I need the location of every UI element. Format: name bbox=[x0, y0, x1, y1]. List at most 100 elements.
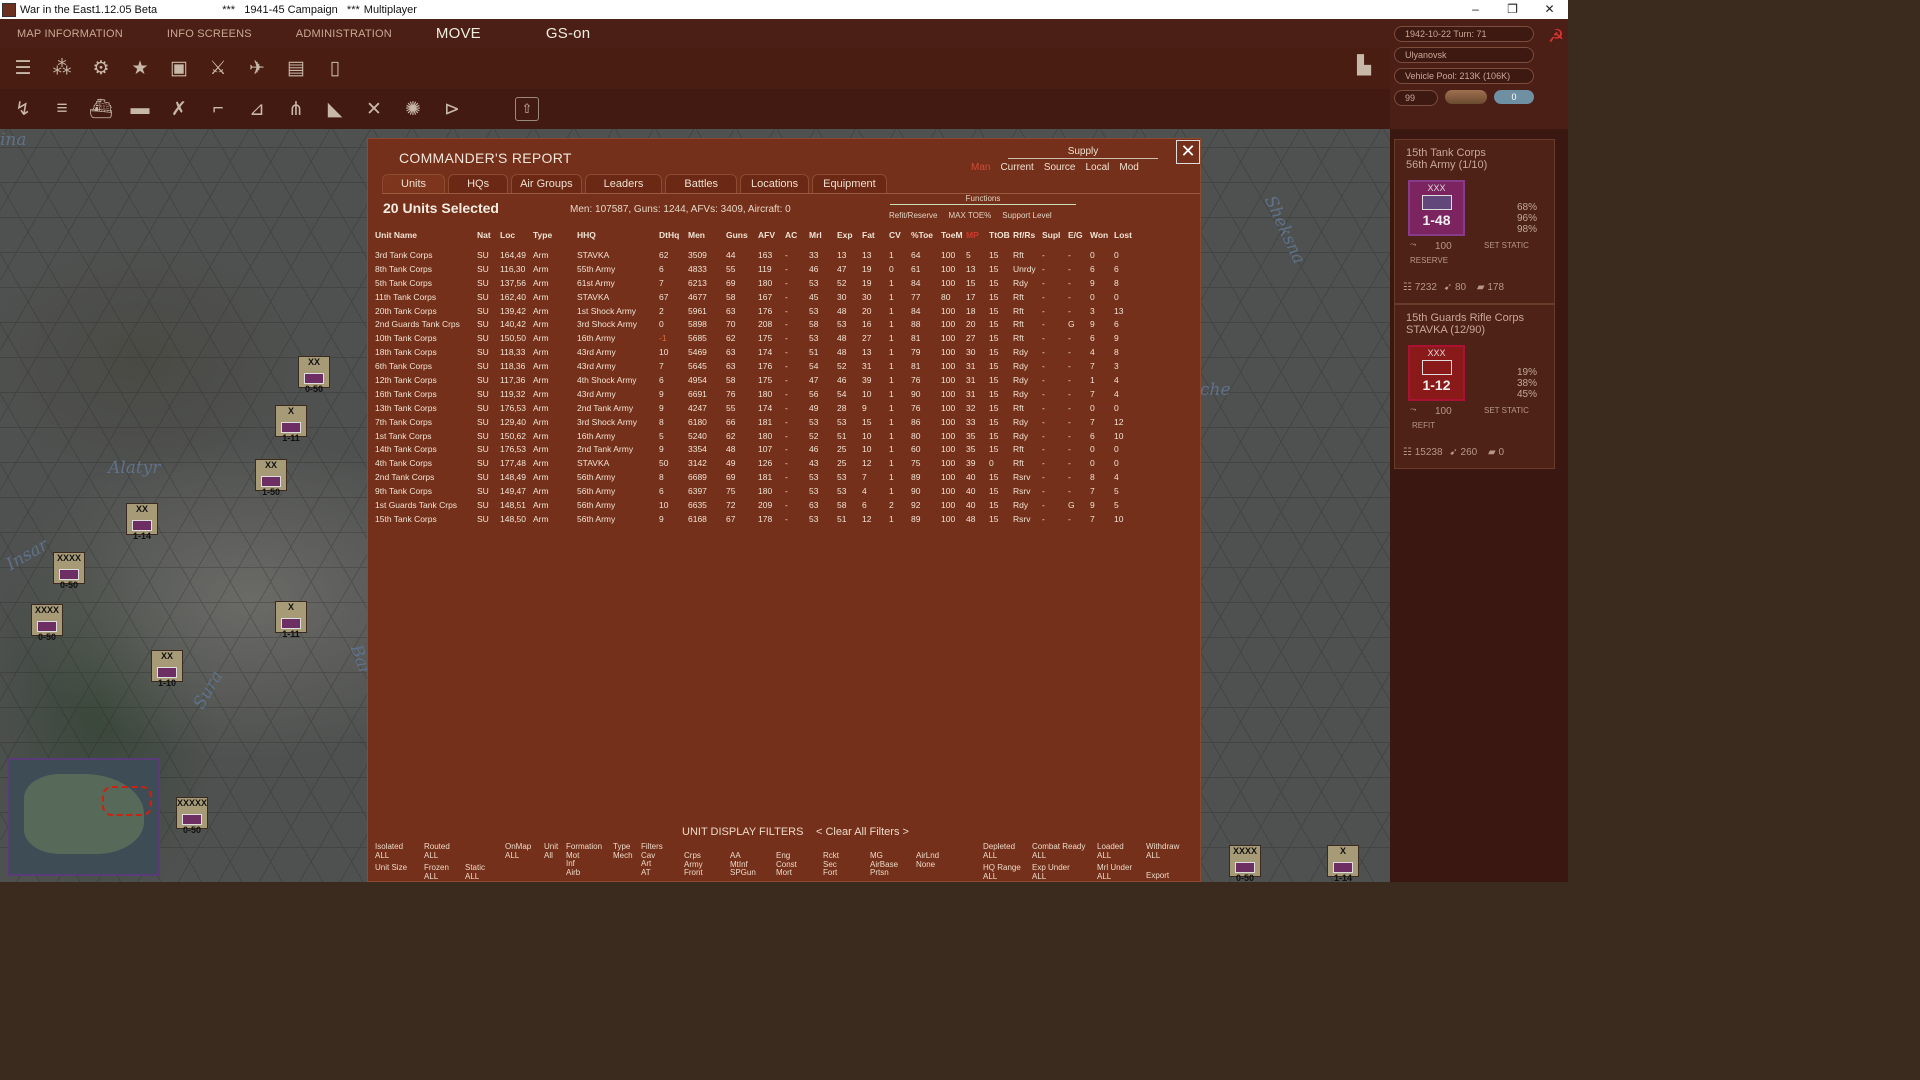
table-row[interactable]: 1st Guards Tank Crps SU 148,51 Arm 56th Army… bbox=[374, 498, 1139, 512]
close-window-button[interactable]: ✕ bbox=[1531, 0, 1568, 19]
filter-filters[interactable]: Filters Cav Art AT bbox=[641, 842, 663, 877]
filter-airlnd[interactable]: AirLnd None bbox=[916, 851, 939, 869]
filter-combat-ready[interactable]: Combat Ready ALL bbox=[1032, 842, 1085, 860]
map-unit-counter[interactable]: X 1-11 bbox=[275, 601, 307, 639]
column-header[interactable]: DtHq bbox=[658, 230, 687, 248]
filter-unit-size[interactable]: Unit Size bbox=[375, 863, 407, 873]
star-icon[interactable]: ★ bbox=[125, 54, 155, 84]
filter-rckt[interactable]: Rckt Sec Fort bbox=[823, 851, 839, 878]
tab-locations[interactable]: Locations bbox=[740, 174, 810, 194]
table-row[interactable]: 15th Tank Corps SU 148,50 Arm 56th Army 9 6168… bbox=[374, 512, 1139, 526]
table-row[interactable]: 1st Tank Corps SU 150,62 Arm 16th Army 5 5240 6… bbox=[374, 429, 1139, 443]
graph-icon[interactable]: ▙ bbox=[1350, 55, 1378, 81]
table-row[interactable]: 4th Tank Corps SU 177,48 Arm STAVKA 50 3142 49 1… bbox=[374, 456, 1139, 470]
menu-move[interactable]: MOVE bbox=[436, 25, 481, 42]
filter-static[interactable]: Static ALL bbox=[465, 863, 485, 881]
slider-control[interactable] bbox=[1445, 90, 1487, 104]
attack-icon[interactable]: ✕ bbox=[359, 94, 389, 124]
column-header[interactable]: Type bbox=[532, 230, 576, 248]
layers-icon[interactable]: ☰ bbox=[8, 54, 38, 84]
filter-type[interactable]: Type Mech bbox=[613, 842, 633, 860]
column-header[interactable]: E/G bbox=[1067, 230, 1089, 248]
column-header[interactable]: Nat bbox=[476, 230, 499, 248]
filter-routed[interactable]: Routed ALL bbox=[424, 842, 450, 860]
filter-frozen[interactable]: Frozen ALL bbox=[424, 863, 449, 881]
map-unit-counter[interactable]: XX 0-50 bbox=[298, 356, 330, 394]
map-unit-counter[interactable]: X 1-11 bbox=[275, 405, 307, 443]
column-header[interactable]: TtOB bbox=[988, 230, 1012, 248]
filter-mg[interactable]: MG AirBase Prtsn bbox=[870, 851, 898, 878]
supply-option-local[interactable]: Local bbox=[1086, 162, 1110, 173]
unit-card[interactable]: 15th Tank Corps 56th Army (1/10) XXX 1-48… bbox=[1394, 139, 1555, 304]
menu-map-information[interactable]: MAP INFORMATION bbox=[17, 28, 123, 40]
table-row[interactable]: 2nd Guards Tank Crps SU 140,42 Arm 3rd Shock… bbox=[374, 317, 1139, 331]
set-static-button[interactable]: SET STATIC bbox=[1484, 406, 1529, 415]
column-header[interactable]: Men bbox=[687, 230, 725, 248]
menu-administration[interactable]: ADMINISTRATION bbox=[296, 28, 392, 40]
minimize-button[interactable]: – bbox=[1457, 0, 1494, 19]
minimap[interactable] bbox=[8, 758, 160, 876]
filter-isolated[interactable]: Isolated ALL bbox=[375, 842, 403, 860]
fighter-icon[interactable]: ✗ bbox=[164, 94, 194, 124]
units-icon[interactable]: ⁂ bbox=[47, 54, 77, 84]
filter-withdraw[interactable]: Withdraw ALL bbox=[1146, 842, 1179, 860]
table-row[interactable]: 20th Tank Corps SU 139,42 Arm 1st Shock Army… bbox=[374, 304, 1139, 318]
gear-icon[interactable]: ⚙ bbox=[86, 54, 116, 84]
column-header[interactable]: Exp bbox=[836, 230, 861, 248]
unit-counter[interactable]: XXX 1-48 bbox=[1408, 180, 1465, 236]
table-row[interactable]: 2nd Tank Corps SU 148,49 Arm 56th Army 8 6689 6… bbox=[374, 470, 1139, 484]
air-icon[interactable]: ✈ bbox=[242, 54, 272, 84]
table-row[interactable]: 13th Tank Corps SU 176,53 Arm 2nd Tank Army 9… bbox=[374, 401, 1139, 415]
filter-exp-under[interactable]: Exp Under ALL bbox=[1032, 863, 1070, 881]
tab-hqs[interactable]: HQs bbox=[448, 174, 509, 194]
table-row[interactable]: 9th Tank Corps SU 149,47 Arm 56th Army 6 6397 7… bbox=[374, 484, 1139, 498]
filter-depleted[interactable]: Depleted ALL bbox=[983, 842, 1015, 860]
filter-loaded[interactable]: Loaded ALL bbox=[1097, 842, 1124, 860]
column-header[interactable]: Unit Name bbox=[374, 230, 476, 248]
table-row[interactable]: 11th Tank Corps SU 162,40 Arm STAVKA 67 4677 58… bbox=[374, 290, 1139, 304]
map-unit-counter[interactable]: XX 1-10 bbox=[151, 650, 183, 688]
column-header[interactable]: Guns bbox=[725, 230, 757, 248]
upload-icon[interactable]: ⇧ bbox=[515, 97, 539, 121]
unit-status[interactable]: REFIT bbox=[1412, 421, 1435, 430]
column-header[interactable]: Mrl bbox=[808, 230, 836, 248]
table-row[interactable]: 3rd Tank Corps SU 164,49 Arm STAVKA 62 3509 44 1… bbox=[374, 248, 1139, 262]
paradrop-icon[interactable]: ⋔ bbox=[281, 94, 311, 124]
function-refit-reserve[interactable]: Refit/Reserve bbox=[889, 211, 937, 220]
table-row[interactable]: 5th Tank Corps SU 137,56 Arm 61st Army 7 6213 6… bbox=[374, 276, 1139, 290]
fuel-icon[interactable]: ▯ bbox=[320, 54, 350, 84]
map-unit-counter[interactable]: XXXX 0-50 bbox=[53, 552, 85, 590]
play-icon[interactable]: ⊳ bbox=[437, 94, 467, 124]
table-row[interactable]: 14th Tank Corps SU 176,53 Arm 2nd Tank Army 9… bbox=[374, 442, 1139, 456]
filter-onmap[interactable]: OnMap ALL bbox=[505, 842, 531, 860]
table-row[interactable]: 6th Tank Corps SU 118,36 Arm 43rd Army 7 5645 6… bbox=[374, 359, 1139, 373]
crossed-swords-icon[interactable]: ⚔ bbox=[203, 54, 233, 84]
filter-formation[interactable]: Formation Mot Inf Airb bbox=[566, 842, 602, 877]
column-header[interactable]: Won bbox=[1089, 230, 1113, 248]
column-header[interactable]: %Toe bbox=[910, 230, 940, 248]
map-unit-counter[interactable]: XXXXX 0-50 bbox=[176, 797, 208, 835]
set-static-button[interactable]: SET STATIC bbox=[1484, 241, 1529, 250]
menu-gs-toggle[interactable]: GS-on bbox=[546, 25, 590, 42]
column-header[interactable]: ToeM bbox=[940, 230, 965, 248]
recon-icon[interactable]: ⌐ bbox=[203, 94, 233, 124]
function-max-toe[interactable]: MAX TOE% bbox=[948, 211, 991, 220]
filter-unit[interactable]: Unit All bbox=[544, 842, 558, 860]
function-support-level[interactable]: Support Level bbox=[1002, 211, 1051, 220]
ship-icon[interactable]: ⛴ bbox=[86, 94, 116, 124]
supply-icon[interactable]: ▤ bbox=[281, 54, 311, 84]
map-unit-counter[interactable]: X 1-14 bbox=[1327, 845, 1359, 883]
column-header[interactable]: CV bbox=[888, 230, 910, 248]
hq-icon[interactable]: ▣ bbox=[164, 54, 194, 84]
supply-option-current[interactable]: Current bbox=[1000, 162, 1033, 173]
column-header[interactable]: HHQ bbox=[576, 230, 658, 248]
export-button[interactable]: Export bbox=[1146, 871, 1169, 881]
explosion-icon[interactable]: ✺ bbox=[398, 94, 428, 124]
carrier-icon[interactable]: ▬ bbox=[125, 94, 155, 124]
column-header[interactable]: AFV bbox=[757, 230, 784, 248]
filter-hq-range[interactable]: HQ Range ALL bbox=[983, 863, 1021, 881]
column-header[interactable]: Lost bbox=[1113, 230, 1139, 248]
column-header[interactable]: Fat bbox=[861, 230, 888, 248]
filter-crps[interactable]: Crps Army Front bbox=[684, 851, 703, 878]
supply-option-source[interactable]: Source bbox=[1044, 162, 1076, 173]
